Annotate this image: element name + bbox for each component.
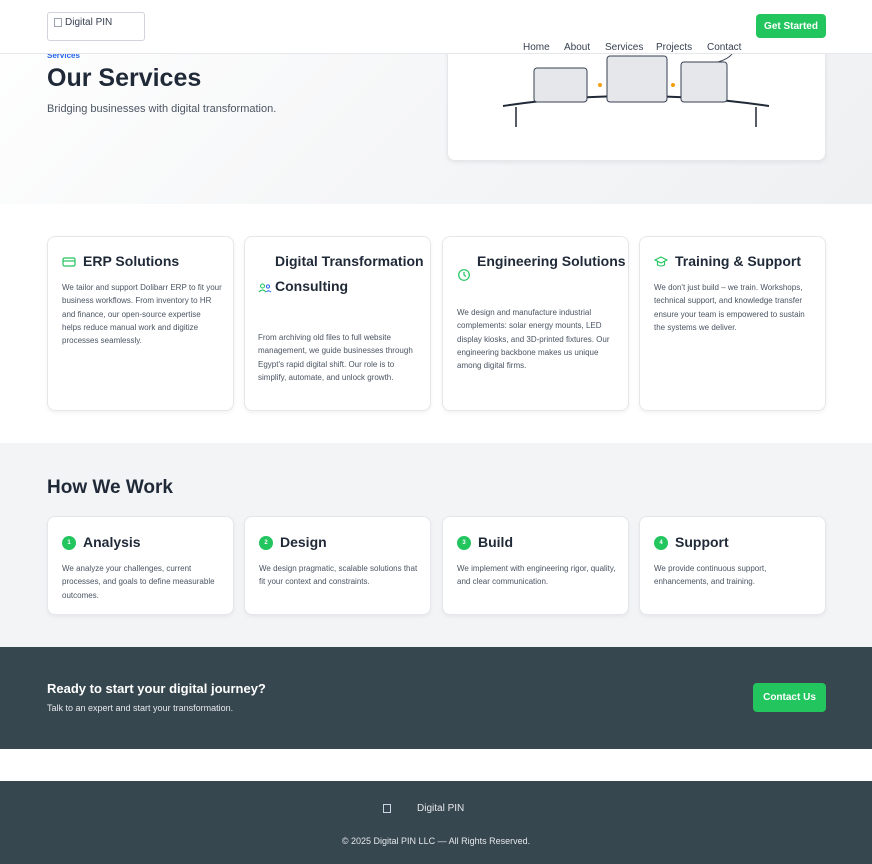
step-number: 2 bbox=[259, 536, 273, 550]
section-title: How We Work bbox=[47, 477, 173, 498]
step-title: Build bbox=[478, 534, 513, 550]
nav-projects[interactable]: Projects bbox=[656, 42, 692, 53]
get-started-button[interactable]: Get Started bbox=[756, 14, 826, 38]
service-card-consulting[interactable]: Digital Transformation Consulting From a… bbox=[244, 236, 431, 411]
people-icon bbox=[258, 283, 272, 293]
site-header: Digital PIN Home About Services Projects… bbox=[0, 0, 872, 54]
cta-title: Ready to start your digital journey? bbox=[47, 681, 266, 696]
graduation-cap-icon bbox=[654, 256, 668, 267]
contact-us-button[interactable]: Contact Us bbox=[753, 683, 826, 712]
step-card: 4 Support We provide continuous support,… bbox=[639, 516, 826, 615]
nav-home[interactable]: Home bbox=[523, 42, 550, 53]
service-card-engineering[interactable]: Engineering Solutions We design and manu… bbox=[442, 236, 629, 411]
service-card-erp[interactable]: ERP Solutions We tailor and support Doli… bbox=[47, 236, 234, 411]
step-description: We provide continuous support, enhanceme… bbox=[654, 564, 767, 587]
logo-alt-text: Digital PIN bbox=[65, 17, 113, 28]
clock-icon bbox=[458, 269, 470, 281]
service-description: We design and manufacture industrial com… bbox=[457, 308, 610, 371]
nav-contact[interactable]: Contact bbox=[707, 42, 741, 53]
step-title: Analysis bbox=[83, 534, 141, 550]
broken-image-icon bbox=[54, 18, 62, 27]
page-title: Our Services bbox=[47, 64, 202, 92]
service-title: Training & Support bbox=[675, 253, 801, 269]
page-subtitle: Bridging businesses with digital transfo… bbox=[47, 103, 277, 115]
nav-services[interactable]: Services bbox=[605, 42, 643, 53]
step-title: Support bbox=[675, 534, 729, 550]
cta-banner bbox=[0, 647, 872, 749]
footer-logo-alt: Digital PIN bbox=[417, 803, 465, 814]
site-footer bbox=[0, 781, 872, 864]
service-description: We tailor and support Dolibarr ERP to fi… bbox=[62, 283, 222, 346]
step-card: 1 Analysis We analyze your challenges, c… bbox=[47, 516, 234, 615]
step-card: 2 Design We design pragmatic, scalable s… bbox=[244, 516, 431, 615]
service-title: Engineering Solutions bbox=[477, 253, 626, 269]
service-title: Digital Transformation Consulting bbox=[275, 253, 424, 294]
step-card: 3 Build We implement with engineering ri… bbox=[442, 516, 629, 615]
step-description: We analyze your challenges, current proc… bbox=[62, 564, 215, 600]
cta-subtitle: Talk to an expert and start your transfo… bbox=[47, 703, 234, 713]
step-number: 1 bbox=[62, 536, 76, 550]
broken-image-icon bbox=[383, 804, 391, 813]
service-title: ERP Solutions bbox=[83, 253, 180, 269]
step-title: Design bbox=[280, 534, 327, 550]
service-card-training[interactable]: Training & Support We don't just build –… bbox=[639, 236, 826, 411]
footer-logo[interactable]: Digital PIN bbox=[383, 803, 464, 814]
site-logo[interactable]: Digital PIN bbox=[47, 12, 145, 41]
copyright: © 2025 Digital PIN LLC — All Rights Rese… bbox=[341, 836, 531, 846]
step-description: We implement with engineering rigor, qua… bbox=[457, 564, 616, 587]
card-icon bbox=[62, 257, 76, 267]
step-description: We design pragmatic, scalable solutions … bbox=[259, 564, 418, 587]
step-number: 3 bbox=[457, 536, 471, 550]
service-description: From archiving old files to full website… bbox=[258, 333, 413, 382]
service-description: We don't just build – we train. Workshop… bbox=[654, 283, 805, 332]
step-number: 4 bbox=[654, 536, 668, 550]
nav-about[interactable]: About bbox=[564, 42, 590, 53]
